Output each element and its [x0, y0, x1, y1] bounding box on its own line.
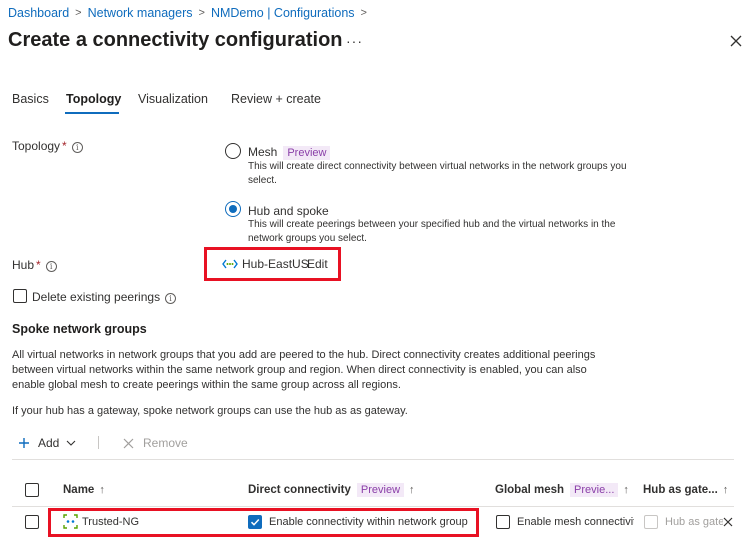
breadcrumb-network-managers[interactable]: Network managers: [88, 6, 193, 20]
breadcrumb-separator-icon: >: [360, 7, 367, 19]
column-header-direct-label: Direct connectivity: [248, 484, 351, 496]
plus-icon: [19, 438, 29, 448]
global-mesh-checkbox[interactable]: [496, 515, 510, 529]
column-header-hub-as-gateway[interactable]: Hub as gate... ↑: [643, 484, 728, 496]
close-icon: [123, 438, 134, 448]
tab-visualization[interactable]: Visualization: [138, 92, 208, 106]
toolbar-separator: [12, 459, 734, 460]
breadcrumb-separator-icon: >: [198, 7, 205, 19]
checkmark-icon: [250, 518, 260, 526]
preview-badge: Preview: [283, 146, 331, 160]
column-header-global-mesh[interactable]: Global mesh Previe... ↑: [495, 483, 629, 497]
info-icon[interactable]: i: [45, 261, 57, 272]
column-header-global-label: Global mesh: [495, 484, 565, 496]
direct-connectivity-label: Enable connectivity within network group: [269, 516, 468, 528]
header-separator: [12, 506, 734, 507]
direct-connectivity-checkbox[interactable]: [248, 515, 262, 529]
spoke-description: All virtual networks in network groups t…: [12, 349, 596, 391]
required-mark: *: [62, 139, 67, 153]
sort-arrow-icon: ↑: [99, 484, 105, 496]
add-button[interactable]: Add: [18, 436, 76, 450]
chevron-down-icon: [66, 440, 76, 446]
mesh-description: This will create direct connectivity bet…: [248, 161, 627, 186]
required-mark: *: [36, 258, 41, 272]
hub-and-spoke-description: This will create peerings between your s…: [248, 219, 616, 244]
topology-label-text: Topology: [12, 139, 61, 153]
breadcrumb-dashboard[interactable]: Dashboard: [8, 6, 69, 20]
hub-value: Hub-EastUS: [242, 257, 309, 271]
hub-label-text: Hub: [12, 258, 35, 272]
gateway-note: If your hub has a gateway, spoke network…: [12, 405, 408, 417]
sort-arrow-icon: ↑: [409, 484, 415, 496]
tab-topology[interactable]: Topology: [66, 92, 121, 106]
topology-label: Topology * i: [12, 139, 83, 153]
preview-badge: Previe...: [570, 483, 619, 497]
info-icon[interactable]: i: [165, 293, 177, 304]
tab-basics[interactable]: Basics: [12, 92, 49, 106]
hub-and-spoke-radio[interactable]: [225, 201, 241, 217]
close-icon[interactable]: [728, 33, 744, 49]
network-group-icon: [63, 514, 78, 529]
breadcrumb-configurations[interactable]: NMDemo | Configurations: [211, 6, 355, 20]
more-options-icon[interactable]: ···: [346, 33, 363, 49]
active-tab-indicator: [65, 112, 119, 114]
global-mesh-label: Enable mesh connectivit: [517, 516, 634, 528]
sort-arrow-icon: ↑: [722, 484, 729, 496]
mesh-radio[interactable]: [225, 143, 241, 159]
hub-as-gateway-label: Hub as gatew: [665, 516, 723, 528]
preview-badge: Preview: [356, 483, 405, 497]
spoke-section-title: Spoke network groups: [12, 322, 147, 336]
hub-label: Hub * i: [12, 258, 57, 272]
delete-peerings-checkbox[interactable]: [13, 289, 27, 303]
tab-review-create[interactable]: Review + create: [231, 92, 321, 106]
hub-and-spoke-label: Hub and spoke: [248, 204, 329, 218]
breadcrumb-separator-icon: >: [75, 7, 82, 19]
column-header-name[interactable]: Name ↑: [63, 484, 105, 496]
info-icon[interactable]: i: [71, 142, 83, 153]
hub-edit-link[interactable]: Edit: [307, 257, 328, 271]
column-header-gateway-label: Hub as gate...: [643, 484, 718, 496]
row-select-checkbox[interactable]: [25, 515, 39, 529]
remove-label: Remove: [143, 436, 188, 450]
breadcrumb: Dashboard > Network managers > NMDemo | …: [8, 6, 373, 20]
delete-peerings-label-text: Delete existing peerings: [32, 290, 161, 304]
remove-button[interactable]: Remove: [123, 436, 188, 450]
column-header-name-label: Name: [63, 484, 95, 496]
delete-peerings-label: Delete existing peerings i: [32, 290, 177, 304]
mesh-option: Mesh Preview: [248, 145, 331, 160]
hub-as-gateway-checkbox: [644, 515, 658, 529]
toolbar-divider: [98, 436, 99, 449]
page-title: Create a connectivity configuration: [8, 29, 343, 51]
virtual-network-icon: [222, 259, 238, 269]
row-name: Trusted-NG: [82, 516, 140, 528]
select-all-checkbox[interactable]: [25, 483, 39, 497]
sort-arrow-icon: ↑: [623, 484, 629, 496]
mesh-option-label: Mesh: [248, 145, 278, 159]
add-label: Add: [38, 436, 60, 450]
delete-row-icon[interactable]: [723, 517, 733, 527]
column-header-direct-connectivity[interactable]: Direct connectivity Preview ↑: [248, 483, 415, 497]
